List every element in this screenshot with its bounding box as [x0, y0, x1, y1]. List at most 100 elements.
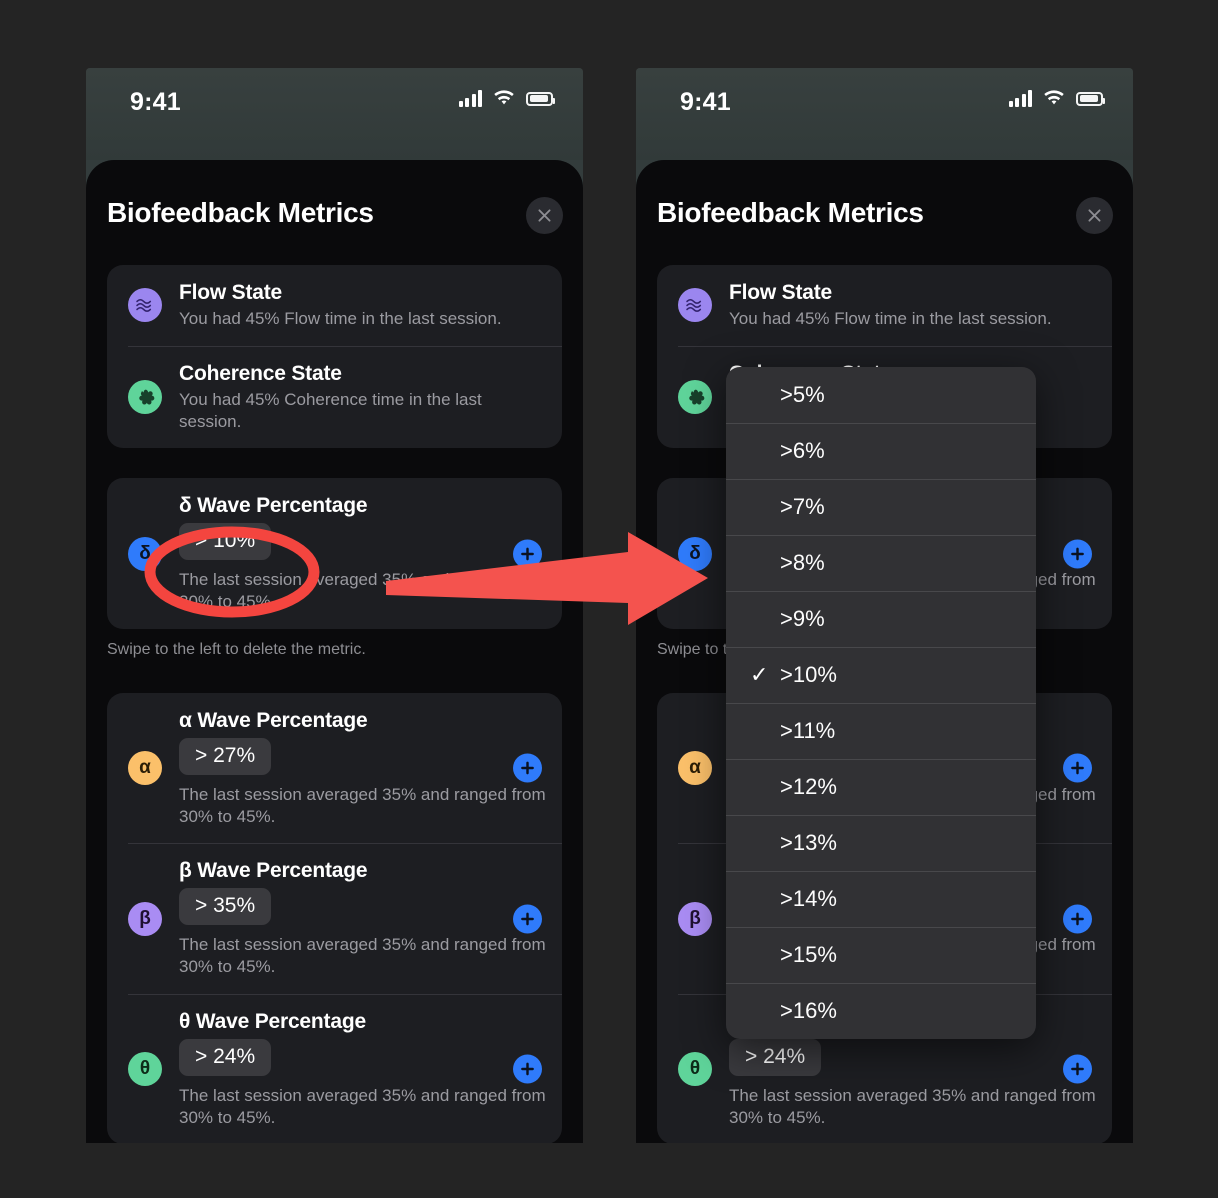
menu-item-14[interactable]: ✓>14% — [726, 871, 1036, 927]
beta-symbol-icon: β — [128, 901, 162, 936]
swipe-hint: Swipe to the left to delete the metric. — [107, 640, 366, 658]
metric-title: β Wave Percentage — [179, 859, 368, 883]
add-metric-button-alpha[interactable] — [1063, 753, 1092, 783]
menu-item-12[interactable]: ✓>12% — [726, 759, 1036, 815]
metrics-sheet-right: Biofeedback Metrics Flow State You had 4… — [636, 160, 1133, 1143]
metric-subtitle: The last session averaged 35% and ranged… — [179, 784, 546, 826]
menu-item-check-placeholder: ✓ — [750, 886, 780, 912]
delta-symbol-icon: δ — [128, 536, 162, 571]
add-metric-button-theta[interactable] — [513, 1054, 542, 1084]
alpha-symbol-icon: α — [128, 751, 162, 785]
threshold-dropdown-delta[interactable]: > 10% — [179, 523, 272, 561]
menu-item-check-placeholder: ✓ — [750, 998, 780, 1024]
menu-item-check-placeholder: ✓ — [750, 774, 780, 800]
menu-item-check-placeholder: ✓ — [750, 438, 780, 464]
metric-row-beta[interactable]: β β Wave Percentage > 35% The last sessi… — [107, 843, 562, 994]
menu-item-check-placeholder: ✓ — [750, 382, 780, 408]
menu-item-8[interactable]: ✓>8% — [726, 535, 1036, 591]
menu-item-5[interactable]: ✓>5% — [726, 367, 1036, 423]
metric-row-theta[interactable]: θ θ Wave Percentage > 24% The last sessi… — [107, 993, 562, 1143]
page-title: Biofeedback Metrics — [657, 197, 924, 228]
beta-symbol-icon: β — [678, 901, 712, 936]
plus-icon — [1071, 761, 1084, 775]
checkmark-icon: ✓ — [750, 662, 769, 687]
threshold-dropdown-beta[interactable]: > 35% — [179, 888, 272, 926]
delta-metric-body: δ Wave Percentage > 10% The last session… — [162, 494, 562, 613]
menu-item-16[interactable]: ✓>16% — [726, 983, 1036, 1039]
wifi-icon — [1043, 90, 1065, 107]
threshold-dropdown-alpha[interactable]: > 27% — [179, 737, 272, 775]
threshold-dropdown-menu[interactable]: ✓>5%✓>6%✓>7%✓>8%✓>9%✓>10%✓>11%✓>12%✓>13%… — [726, 367, 1036, 1039]
menu-item-11[interactable]: ✓>11% — [726, 703, 1036, 759]
metric-subtitle: The last session averaged 35% and ranged… — [179, 570, 546, 611]
plus-icon — [521, 912, 534, 925]
flow-state-body: Flow State You had 45% Flow time in the … — [162, 281, 562, 330]
theta-symbol-icon: θ — [678, 1052, 712, 1086]
menu-item-check-placeholder: ✓ — [750, 718, 780, 744]
metric-subtitle: The last session averaged 35% and ranged… — [729, 1085, 1096, 1127]
menu-item-label: >5% — [780, 382, 825, 407]
metric-title: α Wave Percentage — [179, 708, 368, 732]
status-bar-right: 9:41 — [636, 68, 1133, 160]
menu-item-check-placeholder: ✓ — [750, 606, 780, 632]
add-metric-button-beta[interactable] — [1063, 904, 1092, 933]
threshold-dropdown-theta[interactable]: > 24% — [179, 1038, 272, 1076]
menu-item-13[interactable]: ✓>13% — [726, 815, 1036, 871]
status-bar-left: 9:41 — [86, 68, 583, 160]
menu-item-9[interactable]: ✓>9% — [726, 591, 1036, 647]
menu-item-label: >7% — [780, 494, 825, 519]
menu-item-label: >8% — [780, 550, 825, 575]
cellular-signal-icon — [458, 90, 482, 107]
clover-icon — [128, 380, 162, 414]
menu-item-7[interactable]: ✓>7% — [726, 479, 1036, 535]
plus-icon — [521, 1062, 534, 1076]
menu-item-check-placeholder: ✓ — [750, 942, 780, 968]
menu-item-label: >9% — [780, 606, 825, 631]
menu-item-label: >15% — [780, 942, 837, 967]
menu-item-check-placeholder: ✓ — [750, 550, 780, 576]
metric-title: δ Wave Percentage — [179, 494, 368, 518]
close-button[interactable] — [1076, 197, 1113, 234]
menu-item-check-placeholder: ✓ — [750, 830, 780, 856]
add-metric-button-delta[interactable] — [513, 539, 542, 568]
waves-icon — [678, 288, 712, 323]
metric-subtitle: The last session averaged 35% and ranged… — [179, 1085, 546, 1127]
menu-item-label: >12% — [780, 774, 837, 799]
list-item-flow-state[interactable]: Flow State You had 45% Flow time in the … — [657, 265, 1112, 346]
sheet-scroll-left[interactable]: Flow State You had 45% Flow time in the … — [86, 265, 583, 1143]
metrics-sheet-left: Biofeedback Metrics Flow State You had 4… — [86, 160, 583, 1143]
close-icon — [538, 209, 551, 222]
cellular-signal-icon — [1008, 90, 1032, 107]
screenshot-stage: 9:41 Biofeedback Metrics Flow State You … — [0, 0, 1218, 1198]
add-metric-button-theta[interactable] — [1063, 1054, 1092, 1084]
threshold-dropdown-theta[interactable]: > 24% — [729, 1038, 822, 1076]
list-item-flow-state[interactable]: Flow State You had 45% Flow time in the … — [107, 265, 562, 346]
list-item-coherence-state[interactable]: Coherence State You had 45% Coherence ti… — [107, 345, 562, 449]
add-metric-button-delta[interactable] — [1063, 539, 1092, 568]
menu-item-6[interactable]: ✓>6% — [726, 423, 1036, 479]
list-item-subtitle: You had 45% Flow time in the last sessio… — [179, 309, 502, 328]
plus-icon — [1071, 547, 1084, 560]
alpha-symbol-icon: α — [678, 751, 712, 785]
metric-subtitle: The last session averaged 35% and ranged… — [179, 935, 546, 976]
battery-icon — [526, 91, 555, 106]
phone-right: 9:41 Biofeedback Metrics Flow State You … — [636, 68, 1133, 1143]
close-button[interactable] — [526, 197, 563, 234]
menu-item-label: >6% — [780, 438, 825, 463]
metric-row-alpha[interactable]: α α Wave Percentage > 27% The last sessi… — [107, 693, 562, 844]
plus-icon — [521, 761, 534, 775]
theta-symbol-icon: θ — [128, 1052, 162, 1086]
menu-item-label: >14% — [780, 886, 837, 911]
metric-title: θ Wave Percentage — [179, 1009, 366, 1033]
add-metric-button-alpha[interactable] — [513, 753, 542, 783]
status-icons — [1008, 90, 1105, 107]
menu-item-label: >13% — [780, 830, 837, 855]
menu-item-label: >10% — [780, 662, 837, 687]
list-item-title: Flow State — [179, 281, 283, 304]
menu-item-10[interactable]: ✓ >10% — [726, 647, 1036, 703]
add-metric-button-beta[interactable] — [513, 904, 542, 933]
metric-row-delta[interactable]: δ δ Wave Percentage > 10% The last sessi… — [107, 478, 562, 629]
menu-item-label: >11% — [780, 718, 836, 743]
menu-item-15[interactable]: ✓>15% — [726, 927, 1036, 983]
sheet-header-right: Biofeedback Metrics — [636, 160, 1133, 265]
